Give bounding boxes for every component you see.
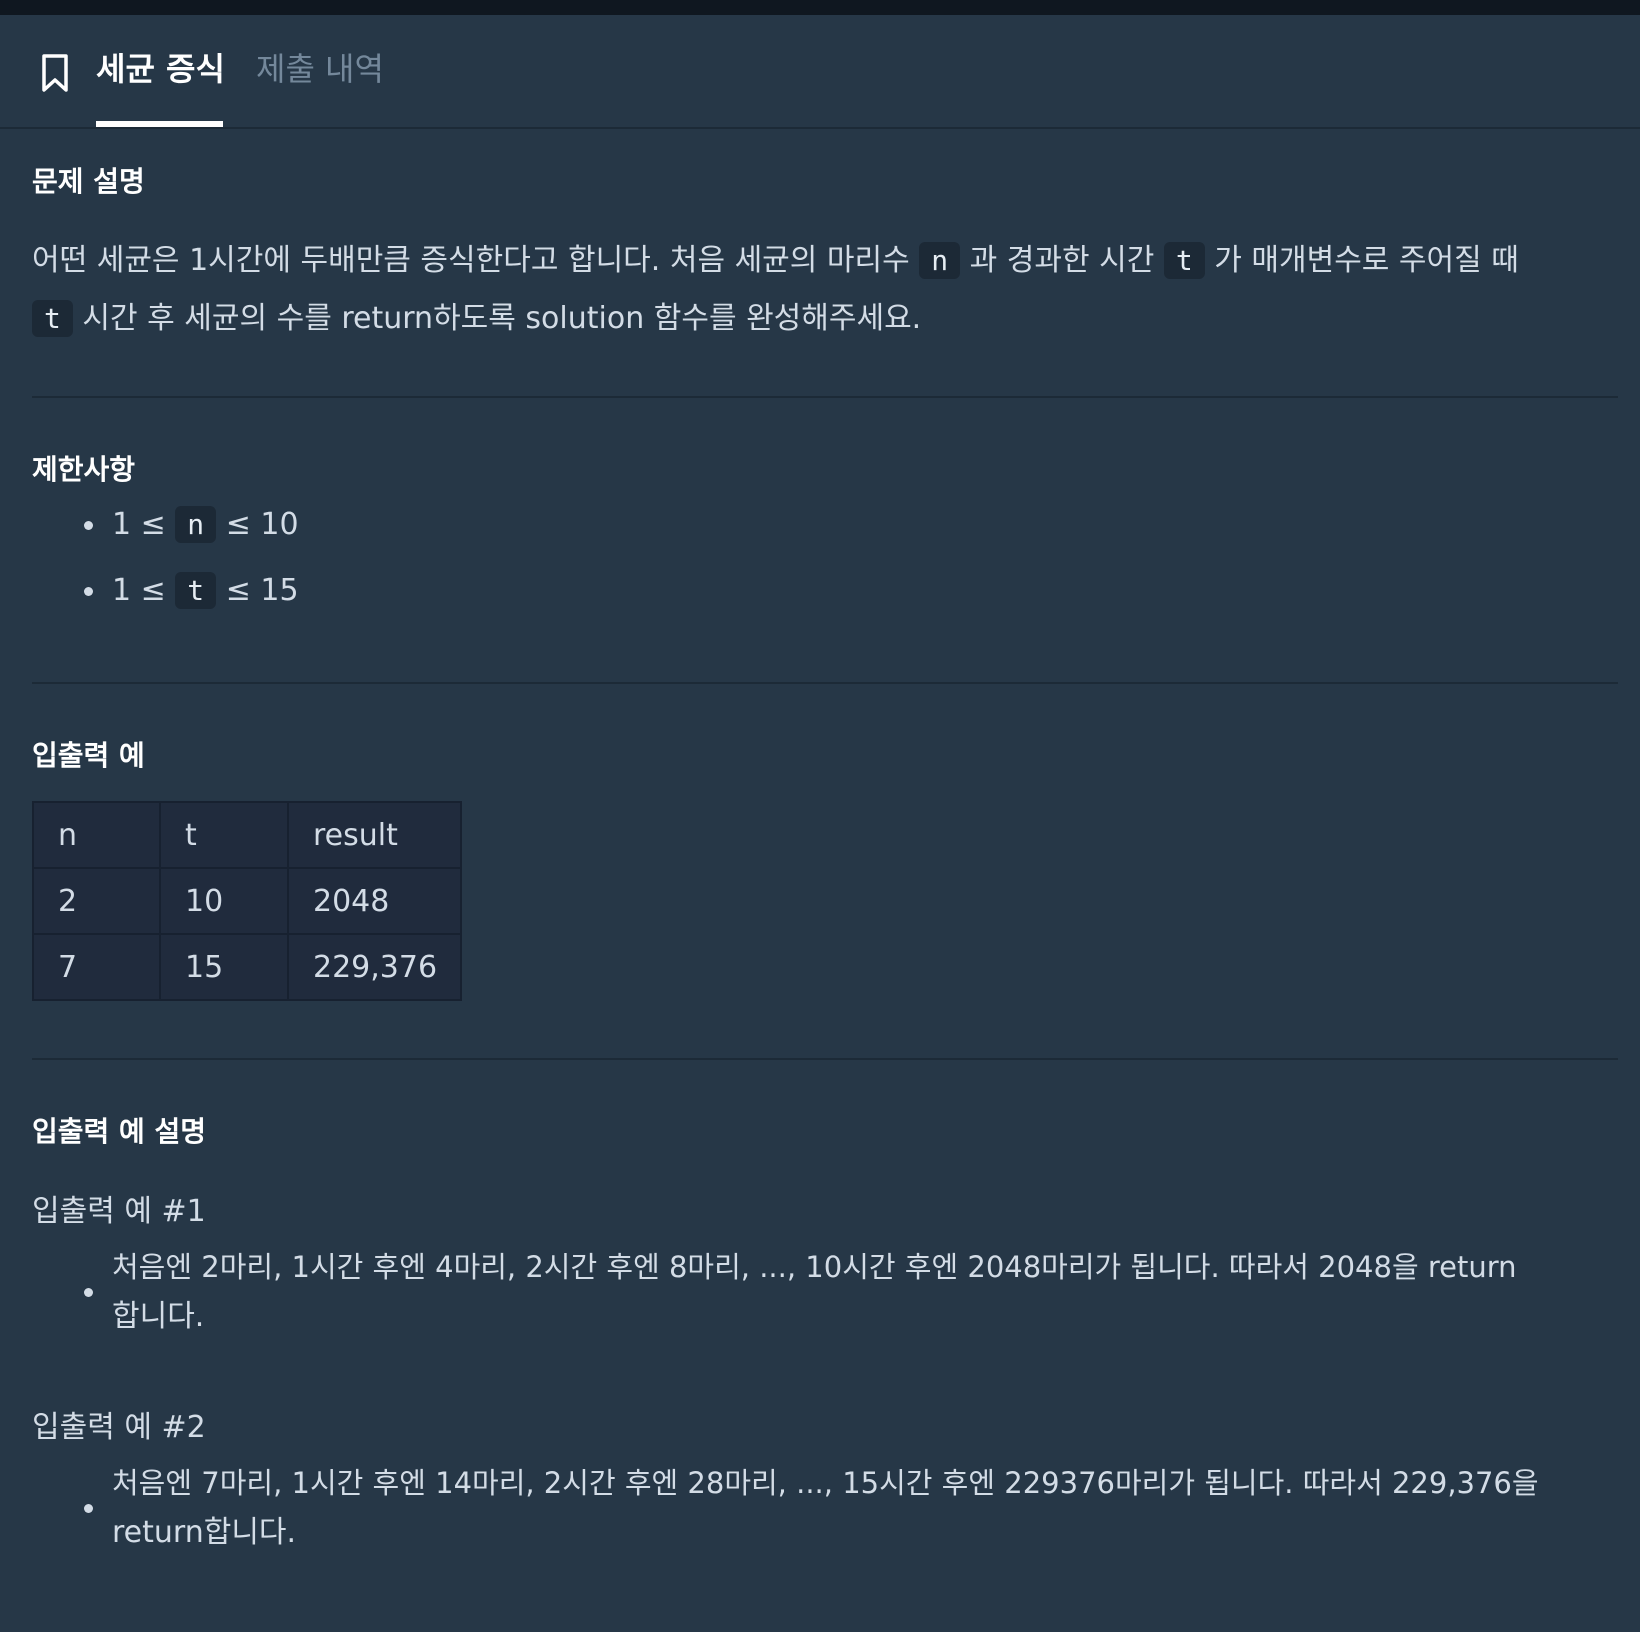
table-header-cell: n	[32, 801, 161, 869]
examples-table: n t result 2 10 2048 7 15 229,376	[32, 801, 462, 1001]
tab-submissions[interactable]: 제출 내역	[256, 49, 384, 89]
code-n: n	[919, 242, 961, 279]
example-2-title: 입출력 예 #2	[32, 1410, 206, 1445]
table-cell: 2048	[287, 867, 462, 935]
section-title-examples: 입출력 예	[32, 739, 145, 772]
description-text-part: 가 매개변수로 주어질 때	[1204, 243, 1519, 278]
table-row: 2 10 2048	[32, 867, 462, 935]
table-cell: 15	[159, 933, 289, 1001]
constraint-text: ≤ 10	[216, 507, 299, 542]
constraints-list: 1 ≤ n ≤ 10 1 ≤ t ≤ 15	[32, 492, 299, 624]
description-line-2: t 시간 후 세균의 수를 return하도록 solution 함수를 완성해…	[32, 290, 1618, 348]
table-cell: 7	[32, 933, 161, 1001]
table-cell: 10	[159, 867, 289, 935]
example-1-title: 입출력 예 #1	[32, 1194, 206, 1229]
example-2-line-2: return합니다.	[112, 1515, 297, 1550]
code-t: t	[1163, 242, 1205, 279]
tab-bar: 세균 증식 제출 내역	[0, 15, 1640, 129]
divider	[32, 396, 1618, 398]
table-header-cell: t	[159, 801, 289, 869]
section-title-description: 문제 설명	[32, 165, 145, 198]
constraint-text: 1 ≤	[112, 507, 176, 542]
description-text: 어떤 세균은 1시간에 두배만큼 증식한다고 합니다. 처음 세균의 마리수 n…	[32, 232, 1618, 348]
code-t: t	[175, 572, 217, 609]
section-title-constraints: 제한사항	[32, 453, 136, 486]
constraint-text: 1 ≤	[112, 573, 176, 608]
divider	[32, 682, 1618, 684]
description-text-part: 시간 후 세균의 수를 return하도록 solution 함수를 완성해주세…	[72, 301, 922, 336]
example-1-list: 처음엔 2마리, 1시간 후엔 4마리, 2시간 후엔 8마리, ..., 10…	[32, 1242, 1612, 1342]
table-header-cell: result	[287, 801, 462, 869]
top-bar	[0, 0, 1640, 15]
table-header-row: n t result	[32, 801, 462, 869]
list-item: 1 ≤ t ≤ 15	[32, 558, 299, 624]
example-1-line-1: 처음엔 2마리, 1시간 후엔 4마리, 2시간 후엔 8마리, ..., 10…	[112, 1250, 1517, 1284]
list-item: 처음엔 2마리, 1시간 후엔 4마리, 2시간 후엔 8마리, ..., 10…	[32, 1242, 1612, 1342]
description-text-part: 과 경과한 시간	[960, 243, 1164, 278]
active-tab-indicator	[96, 121, 223, 127]
tab-problem[interactable]: 세균 증식	[96, 49, 225, 89]
code-n: n	[175, 506, 217, 543]
list-item: 1 ≤ n ≤ 10	[32, 492, 299, 558]
description-line-1: 어떤 세균은 1시간에 두배만큼 증식한다고 합니다. 처음 세균의 마리수 n…	[32, 232, 1618, 290]
constraint-text: ≤ 15	[216, 573, 299, 608]
table-cell: 229,376	[287, 933, 462, 1001]
example-1-line-2: 합니다.	[112, 1299, 205, 1334]
table-cell: 2	[32, 867, 161, 935]
list-item: 처음엔 7마리, 1시간 후엔 14마리, 2시간 후엔 28마리, ..., …	[32, 1458, 1612, 1558]
table-row: 7 15 229,376	[32, 933, 462, 1001]
bookmark-icon[interactable]	[40, 53, 70, 93]
example-2-line-1: 처음엔 7마리, 1시간 후엔 14마리, 2시간 후엔 28마리, ..., …	[112, 1466, 1539, 1500]
divider	[32, 1058, 1618, 1060]
description-text-part: 어떤 세균은 1시간에 두배만큼 증식한다고 합니다. 처음 세균의 마리수	[32, 243, 920, 278]
example-2-list: 처음엔 7마리, 1시간 후엔 14마리, 2시간 후엔 28마리, ..., …	[32, 1458, 1612, 1558]
code-t: t	[32, 300, 73, 337]
section-title-explanation: 입출력 예 설명	[32, 1115, 207, 1148]
